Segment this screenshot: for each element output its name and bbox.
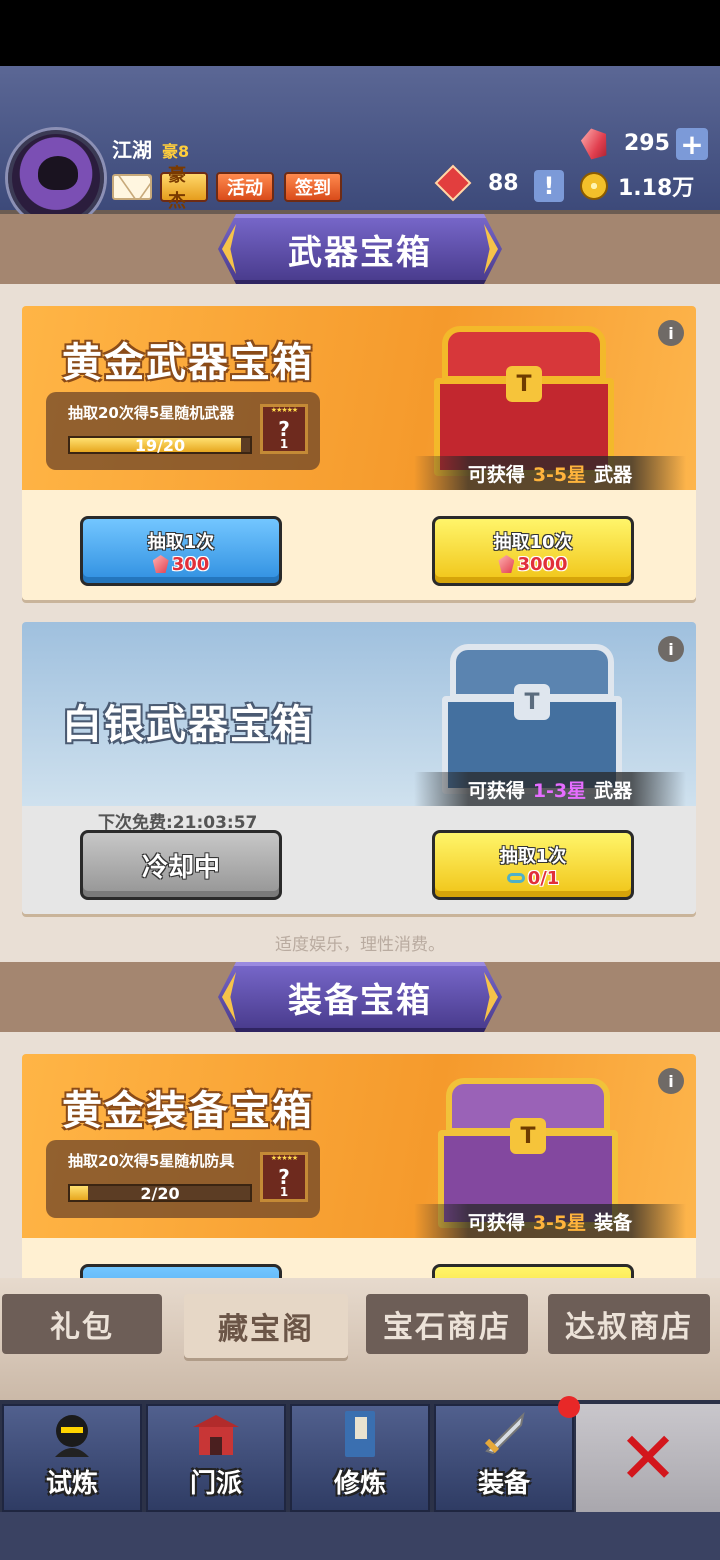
- nav-label: 修炼: [333, 1469, 386, 1499]
- gem-icon: [498, 555, 515, 573]
- progress-label: 抽取20次得5星随机武器: [68, 404, 235, 422]
- gold-weapon-draw-1-button[interactable]: 抽取1次 300: [80, 516, 282, 586]
- reward-count: 1: [279, 1185, 289, 1199]
- temple-icon: [193, 1415, 239, 1455]
- player-name: 江湖: [112, 138, 152, 162]
- obtain-suffix: 武器: [594, 463, 633, 486]
- obtain-prefix: 可获得: [467, 1211, 525, 1234]
- tab-gift-pack[interactable]: 礼包: [2, 1294, 162, 1354]
- key-icon: [506, 873, 525, 883]
- obtain-range: 3-5星: [532, 1211, 587, 1234]
- weapon-section-title: 武器宝箱: [218, 214, 502, 284]
- haojie-button[interactable]: 豪杰: [160, 165, 208, 212]
- info-icon[interactable]: i: [658, 320, 684, 346]
- vip-badge: 豪8: [162, 142, 190, 161]
- gold-weapon-progress: 抽取20次得5星随机武器 19/20 ★★★★★? 1: [46, 392, 320, 470]
- button-label: 抽取10次: [493, 531, 573, 553]
- armor-reward-icon[interactable]: ★★★★★? 1: [260, 1152, 308, 1202]
- coin-icon: [580, 172, 608, 200]
- gold-weapon-title: 黄金武器宝箱: [62, 340, 314, 386]
- gold-equip-draw-10-button[interactable]: [432, 1264, 634, 1278]
- gold-equip-chest-card: 黄金装备宝箱 i 抽取20次得5星随机防具 2/20 ★★★★★? 1 T 可获得…: [22, 1054, 696, 1278]
- progress-text: 2/20: [140, 1184, 180, 1203]
- avatar-face-icon: [38, 156, 78, 190]
- checkin-button[interactable]: 签到: [284, 172, 342, 202]
- nav-cultivate[interactable]: 修炼: [290, 1404, 430, 1512]
- button-label: 抽取1次: [499, 845, 567, 867]
- progress-bar: 19/20: [68, 436, 252, 455]
- ninja-icon: [55, 1415, 89, 1457]
- notification-dot: [558, 1396, 580, 1418]
- gold-weapon-draw-10-button[interactable]: 抽取10次 3000: [432, 516, 634, 586]
- gem-icon: [152, 555, 169, 573]
- reward-count: 1: [279, 437, 289, 451]
- gaming-notice: 适度娱乐，理性消费。: [275, 935, 445, 955]
- obtain-prefix: 可获得: [467, 463, 525, 486]
- progress-bar: 2/20: [68, 1184, 252, 1203]
- obtain-suffix: 装备: [594, 1211, 633, 1234]
- tab-treasure-pavilion[interactable]: 藏宝阁: [184, 1294, 348, 1358]
- button-cost: 0/1: [527, 867, 560, 889]
- shop-tabs: 礼包 藏宝阁 宝石商店 达叔商店: [0, 1278, 720, 1400]
- nav-footer: [0, 1512, 720, 1560]
- gold-equip-obtain: 可获得 3-5星 装备: [414, 1204, 686, 1238]
- progress-text: 19/20: [134, 436, 186, 455]
- add-gems-button[interactable]: +: [676, 128, 708, 161]
- silver-weapon-obtain: 可获得 1-3星 武器: [414, 772, 686, 806]
- treasure-content[interactable]: 武器宝箱 黄金武器宝箱 i 抽取20次得5星随机武器 19/20 ★★★★★? 1…: [0, 214, 720, 1278]
- button-cost: 3000: [517, 553, 568, 575]
- mail-icon[interactable]: [112, 174, 152, 200]
- nav-trial[interactable]: 试炼: [2, 1404, 142, 1512]
- nav-label: 试炼: [45, 1469, 98, 1499]
- bottom-nav: 试炼 门派 修炼 装备 ✕: [0, 1400, 720, 1512]
- obtain-range: 3-5星: [532, 463, 587, 486]
- avatar[interactable]: [8, 130, 104, 226]
- honor-amount: 88: [488, 170, 519, 196]
- gem-counter: 295: [582, 128, 670, 158]
- activity-button[interactable]: 活动: [216, 172, 274, 202]
- coin-counter: 1.18万: [580, 170, 694, 202]
- progress-label: 抽取20次得5星随机防具: [68, 1152, 235, 1170]
- equip-section-title: 装备宝箱: [218, 962, 502, 1032]
- gem-icon: [579, 125, 612, 161]
- info-icon[interactable]: i: [658, 1068, 684, 1094]
- coin-amount: 1.18万: [618, 176, 695, 201]
- status-bar: [0, 0, 720, 66]
- gold-weapon-obtain: 可获得 3-5星 武器: [414, 456, 686, 490]
- gem-amount: 295: [624, 130, 670, 156]
- obtain-suffix: 武器: [594, 779, 633, 802]
- button-label: 抽取1次: [147, 531, 215, 553]
- silver-weapon-chest-card: 白银武器宝箱 i T 可获得 1-3星 武器 下次免费:21:03:57 冷却中…: [22, 622, 696, 914]
- obtain-range: 1-3星: [532, 779, 587, 802]
- gold-weapon-chest-card: 黄金武器宝箱 i 抽取20次得5星随机武器 19/20 ★★★★★? 1 T 可获…: [22, 306, 696, 600]
- player-header: 江湖 豪8 豪杰 活动 签到 295 + 88 ! 1.18万: [0, 66, 720, 226]
- honor-counter: 88: [434, 164, 519, 202]
- silver-weapon-title: 白银武器宝箱: [62, 702, 314, 748]
- honor-info-button[interactable]: !: [534, 170, 564, 202]
- gold-equip-title: 黄金装备宝箱: [62, 1088, 314, 1134]
- nav-label: 门派: [189, 1469, 242, 1499]
- close-icon[interactable]: ✕: [576, 1404, 720, 1512]
- nav-equipment[interactable]: 装备: [434, 1404, 574, 1512]
- tab-dashu-shop[interactable]: 达叔商店: [548, 1294, 710, 1354]
- gold-equip-progress: 抽取20次得5星随机防具 2/20 ★★★★★? 1: [46, 1140, 320, 1218]
- red-chest-icon: T: [434, 326, 614, 476]
- secret-book-icon: [345, 1411, 375, 1457]
- button-label: 冷却中: [141, 852, 220, 883]
- silver-weapon-draw-1-button[interactable]: 抽取1次 0/1: [432, 830, 634, 900]
- honor-icon: [434, 164, 472, 202]
- tab-gem-shop[interactable]: 宝石商店: [366, 1294, 528, 1354]
- sword-reward-icon[interactable]: ★★★★★? 1: [260, 404, 308, 454]
- gold-equip-draw-1-button[interactable]: [80, 1264, 282, 1278]
- nav-label: 装备: [477, 1469, 530, 1499]
- button-cost: 300: [171, 553, 210, 575]
- cooldown-button[interactable]: 冷却中: [80, 830, 282, 900]
- sword-icon: [484, 1411, 525, 1455]
- obtain-prefix: 可获得: [467, 779, 525, 802]
- nav-sect[interactable]: 门派: [146, 1404, 286, 1512]
- info-icon[interactable]: i: [658, 636, 684, 662]
